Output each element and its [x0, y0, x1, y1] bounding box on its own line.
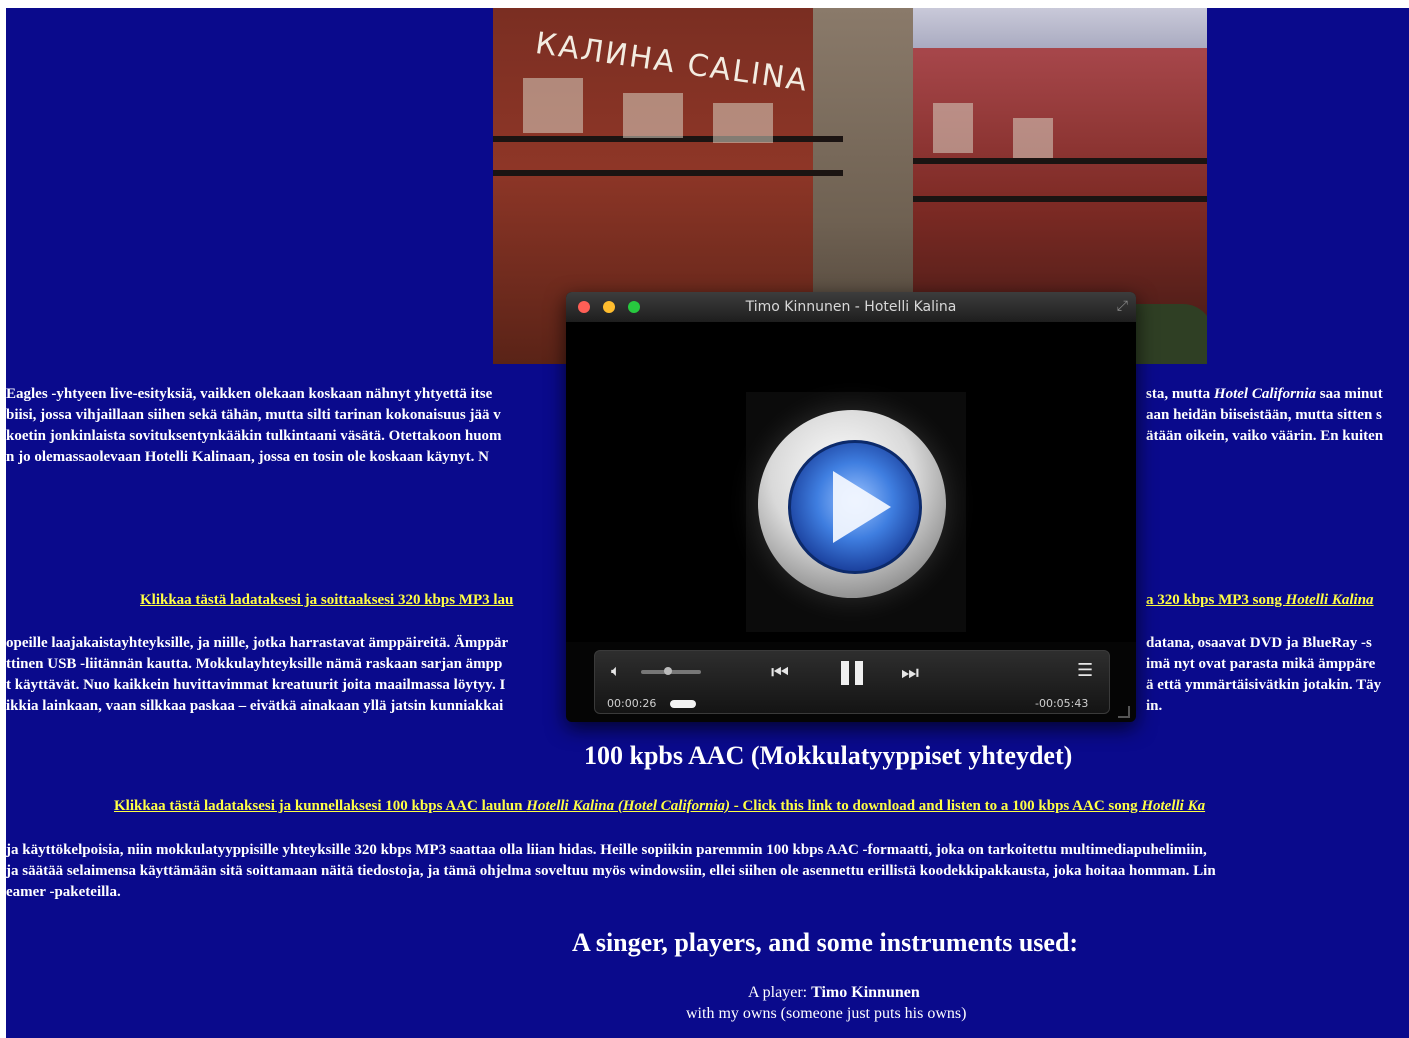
- mp3-line-1-right: datana, osaavat DVD ja BlueRay -s: [1146, 635, 1372, 651]
- seek-thumb[interactable]: [669, 700, 696, 708]
- player-title: Timo Kinnunen - Hotelli Kalina: [745, 299, 957, 315]
- aac-heading: 100 kpbs AAC (Mokkulatyyppiset yhteydet): [584, 741, 1073, 770]
- mp3-line-1: opeille laajakaistayhteyksille, ja niill…: [6, 635, 509, 651]
- intro-line-1: Eagles -yhtyeen live-esityksiä, vaikken …: [6, 386, 493, 402]
- volume-knob[interactable]: [664, 667, 672, 675]
- big-play-button[interactable]: [758, 410, 946, 598]
- player-controls: 🔈︎ ⏮︎ ⏭︎ ☰ 00:00:26 -00:05:43: [594, 650, 1110, 714]
- player-titlebar[interactable]: Timo Kinnunen - Hotelli Kalina ⤢: [566, 292, 1136, 322]
- aac-download-link[interactable]: Klikkaa tästä ladataksesi ja kunnellakse…: [114, 798, 1205, 815]
- pause-button[interactable]: [841, 661, 865, 685]
- aac-line-3: eamer -paketeilla.: [6, 884, 121, 900]
- elapsed-time: 00:00:26: [607, 697, 657, 710]
- remaining-time: -00:05:43: [1035, 697, 1089, 710]
- mp3-download-link-right[interactable]: a 320 kbps MP3 song Hotelli Kalina: [1146, 592, 1374, 609]
- seek-bar[interactable]: [669, 700, 1051, 708]
- mp3-download-link[interactable]: Klikkaa tästä ladataksesi ja soittaakses…: [140, 592, 513, 609]
- media-player-window[interactable]: Timo Kinnunen - Hotelli Kalina ⤢ 🔈︎ ⏮︎ ⏭…: [566, 292, 1136, 722]
- volume-icon[interactable]: 🔈︎: [611, 661, 621, 681]
- resize-handle[interactable]: [1118, 706, 1130, 718]
- mp3-line-2: ttinen USB -liitännän kautta. Mokkulayht…: [6, 656, 503, 672]
- intro-line-3-right: ätään oikein, vaiko väärin. En kuiten: [1146, 428, 1384, 444]
- skip-back-icon[interactable]: ⏮︎: [771, 662, 789, 682]
- intro-line-2-right: aan heidän biiseistään, mutta sitten s: [1146, 407, 1382, 423]
- intro-line-4: n jo olemassaolevaan Hotelli Kalinaan, j…: [6, 449, 489, 465]
- aac-line-2: ja säätää selaimensa käyttämään sitä soi…: [6, 863, 1216, 879]
- player-credit-note: with my owns (someone just puts his owns…: [686, 1005, 967, 1022]
- intro-line-2: biisi, jossa vihjaillaan siihen sekä täh…: [6, 407, 501, 423]
- singer-heading: A singer, players, and some instruments …: [572, 928, 1079, 957]
- skip-forward-icon[interactable]: ⏭︎: [901, 662, 919, 682]
- aac-line-1: ja käyttökelpoisia, niin mokkulatyyppisi…: [6, 842, 1207, 858]
- mp3-line-4-right: in.: [1146, 698, 1163, 714]
- intro-line-3: koetin jonkinlaista sovituksentynkääkin …: [6, 428, 502, 444]
- fullscreen-icon[interactable]: ⤢: [1117, 298, 1128, 314]
- mp3-line-3: t käyttävät. Nuo kaikkein huvittavimmat …: [6, 677, 506, 693]
- player-credit: A player: Timo Kinnunen: [748, 984, 920, 1001]
- chapters-list-icon[interactable]: ☰: [1077, 661, 1093, 681]
- intro-line-1-right: sta, mutta Hotel California saa minut: [1146, 386, 1383, 402]
- play-icon: [788, 440, 922, 574]
- mp3-line-3-right: ä että ymmärtäisivätkin jotakin. Täy: [1146, 677, 1382, 693]
- mp3-line-2-right: imä nyt ovat parasta mikä ämppäre: [1146, 656, 1376, 672]
- mp3-line-4: ikkia lainkaan, vaan silkkaa paskaa – ei…: [6, 698, 504, 714]
